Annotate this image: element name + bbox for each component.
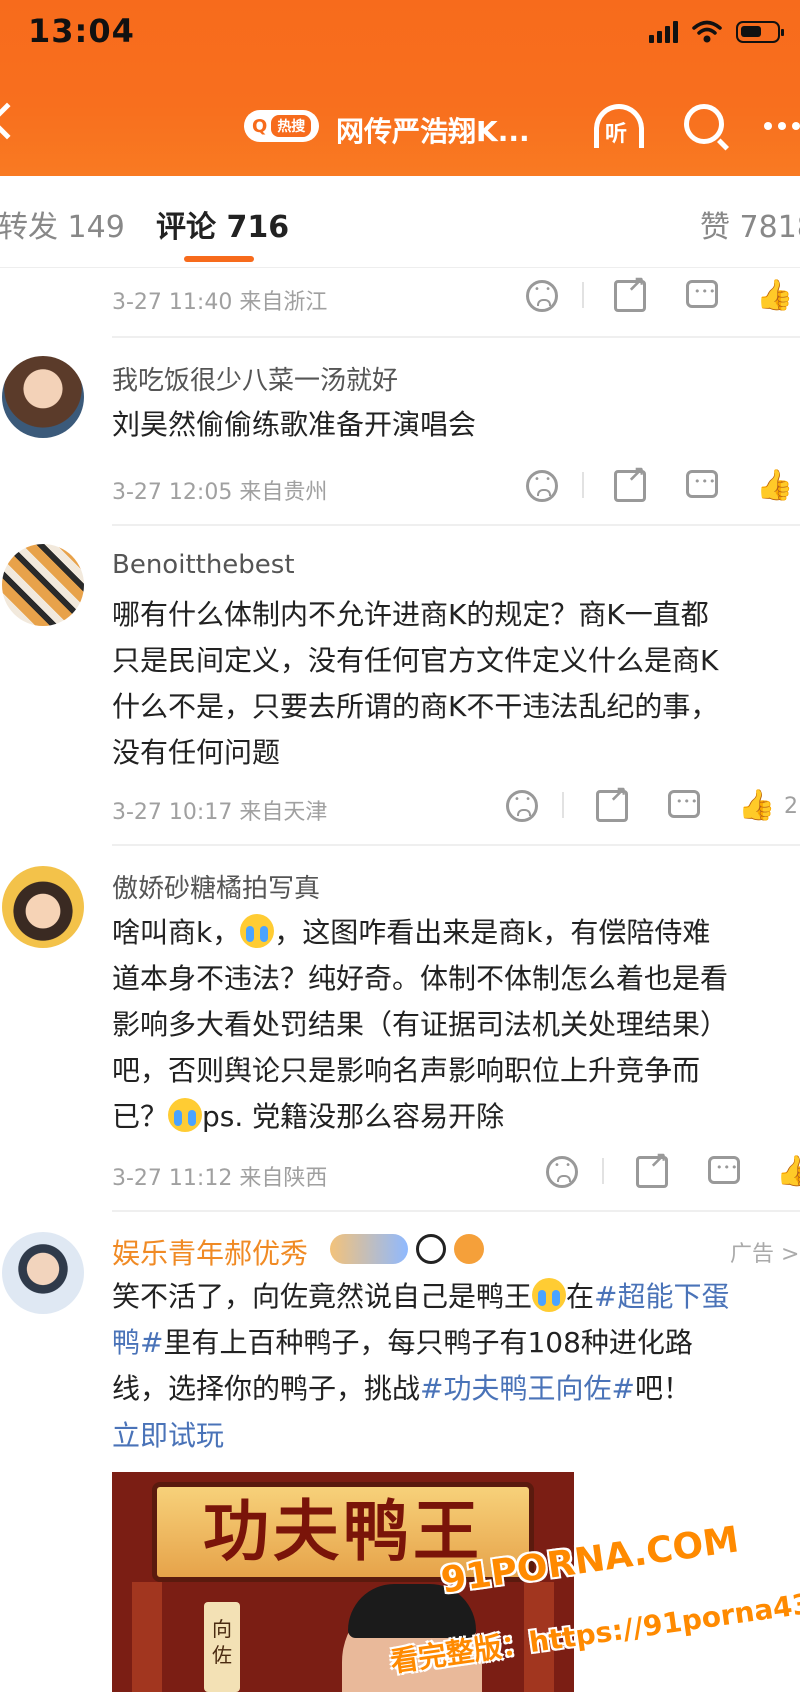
tab-like[interactable]: 赞 7818 (700, 202, 800, 246)
search-icon[interactable] (684, 104, 724, 144)
hot-search-q: Q (252, 115, 268, 137)
comment-username[interactable]: 我吃饭很少八菜一汤就好 (112, 360, 398, 397)
like-icon[interactable]: 👍 (738, 790, 775, 822)
laughing-emoji-icon (532, 1278, 567, 1312)
ad-text-line: 笑不活了，向佐竟然说自己是鸭王 在#超能下蛋 (112, 1274, 800, 1320)
hashtag-link[interactable]: #功夫鸭王向佐# (420, 1372, 635, 1405)
user-badges (330, 1234, 484, 1264)
comment-text-part: ，这图咋看出来是商k，有偿陪侍难 (274, 916, 711, 949)
avatar[interactable] (2, 544, 84, 626)
comment-divider (112, 524, 800, 526)
nav-bar: Q 热搜 网传严浩翔K... 听 (0, 100, 800, 158)
share-icon[interactable] (596, 783, 628, 822)
more-icon[interactable] (764, 122, 800, 130)
action-separator (602, 1158, 604, 1184)
dislike-icon[interactable] (506, 790, 538, 822)
listen-label: 听 (605, 122, 628, 147)
pillar-shape (132, 1582, 162, 1692)
comment-text-part: 啥叫商k， (112, 916, 241, 949)
ad-username[interactable]: 娱乐青年郝优秀 (112, 1232, 308, 1272)
share-icon[interactable] (636, 1149, 668, 1188)
comment-divider (112, 336, 800, 338)
comment-text: 哪有什么体制内不允许进商K的规定？商K一直都 只是民间定义，没有任何官方文件定义… (112, 598, 719, 769)
tab-comment[interactable]: 评论 716 (156, 202, 289, 246)
status-icons (649, 20, 784, 44)
ad-text-part: 吧！ (634, 1372, 691, 1405)
battery-icon (736, 21, 784, 43)
ad-text-line: 鸭#里有上百种鸭子，每只鸭子有108种进化路 (112, 1320, 800, 1366)
like-count: 2 (784, 794, 798, 819)
comment-icon[interactable] (668, 790, 700, 818)
ad-label[interactable]: 广告 > (730, 1236, 799, 1268)
status-time: 13:04 (28, 12, 135, 50)
hot-search-tag: 热搜 (271, 115, 312, 137)
dislike-icon[interactable] (546, 1156, 578, 1188)
try-now-link[interactable]: 立即试玩 (112, 1414, 224, 1454)
badge-icon (454, 1234, 484, 1264)
ad-text-line: 线，选择你的鸭子，挑战#功夫鸭王向佐#吧！ (112, 1366, 800, 1412)
comment-text-part: 已？ (112, 1100, 169, 1133)
crying-emoji-icon (240, 914, 275, 948)
hashtag-link[interactable]: 鸭# (112, 1326, 163, 1359)
crying-emoji-icon (168, 1098, 203, 1132)
action-separator (562, 792, 564, 818)
comment-text-body: 道本身不违法？纯好奇。体制不体制怎么着也是看 影响多大看处罚结果（有证据司法机关… (112, 962, 729, 1087)
comment-meta: 3-27 11:12 来自陕西 (112, 1166, 328, 1191)
comment-divider (112, 1210, 800, 1212)
dislike-icon[interactable] (526, 470, 558, 502)
like-icon[interactable]: 👍 (756, 280, 793, 312)
comment-meta: 3-27 12:05 来自贵州 (112, 480, 328, 505)
listen-button[interactable]: 听 (592, 102, 646, 152)
share-icon[interactable] (614, 273, 646, 312)
tab-active-indicator (184, 256, 254, 262)
tab-bar: 转发 149 评论 716 赞 7818 (0, 176, 800, 268)
avatar[interactable] (2, 1232, 84, 1314)
ad-text-part: 笑不活了，向佐竟然说自己是鸭王 (112, 1280, 533, 1313)
comment-meta-row: 3-27 11:40 来自浙江 👍 (112, 273, 800, 320)
comment-meta-row: 3-27 11:12 来自陕西 👍 (112, 1149, 800, 1196)
ad-text-part: 在 (566, 1280, 595, 1313)
comment-meta-row: 3-27 12:05 来自贵州 👍 (112, 463, 800, 510)
dislike-icon[interactable] (526, 280, 558, 312)
ad-image-scroll: 向佐 (204, 1602, 240, 1692)
comment-icon[interactable] (708, 1156, 740, 1184)
comment-username[interactable]: 傲娇砂糖橘拍写真 (112, 868, 320, 905)
comment-meta-row: 3-27 10:17 来自天津 👍 2 (112, 783, 800, 830)
avatar[interactable] (2, 356, 84, 438)
badge-icon (330, 1234, 408, 1264)
comment-text-last: 已？ ps. 党籍没那么容易开除 (112, 1094, 800, 1140)
comment-meta: 3-27 11:40 来自浙江 (112, 290, 328, 315)
panda-badge-icon (416, 1234, 446, 1264)
tab-repost[interactable]: 转发 149 (0, 202, 125, 246)
comment-text: 啥叫商k， ，这图咋看出来是商k，有偿陪侍难 (112, 910, 800, 956)
like-icon[interactable]: 👍 (756, 470, 793, 502)
comment-username[interactable]: Benoitthebest (112, 550, 295, 580)
comment-icon[interactable] (686, 470, 718, 498)
comment-divider (112, 844, 800, 846)
signal-icon (649, 21, 678, 43)
nav-title[interactable]: 网传严浩翔K... (336, 110, 530, 150)
hashtag-link[interactable]: #超能下蛋 (594, 1280, 729, 1313)
comment-meta: 3-27 10:17 来自天津 (112, 800, 328, 825)
top-bar: 13:04 Q 热搜 网传严浩翔K... 听 (0, 0, 800, 176)
hot-search-badge[interactable]: Q 热搜 (244, 110, 320, 142)
ad-text-part: 线，选择你的鸭子，挑战 (112, 1372, 421, 1405)
action-separator (582, 472, 584, 498)
like-icon[interactable]: 👍 (776, 1156, 800, 1188)
comment-icon[interactable] (686, 280, 718, 308)
comment-text-part: ps. 党籍没那么容易开除 (202, 1100, 505, 1133)
back-icon[interactable] (0, 102, 26, 140)
action-separator (582, 282, 584, 308)
share-icon[interactable] (614, 463, 646, 502)
avatar[interactable] (2, 866, 84, 948)
wifi-icon (692, 20, 722, 43)
ad-text-part: 里有上百种鸭子，每只鸭子有108种进化路 (163, 1326, 693, 1359)
comment-text: 刘昊然偷偷练歌准备开演唱会 (112, 408, 477, 441)
